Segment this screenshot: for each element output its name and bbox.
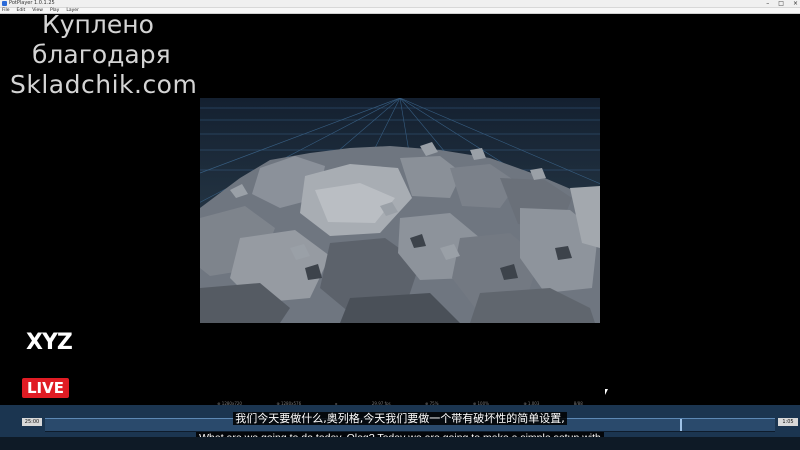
- rock-rubble: [200, 142, 600, 323]
- live-badge: LIVE: [22, 378, 69, 398]
- menu-file[interactable]: File: [2, 8, 10, 13]
- app-icon: [2, 1, 7, 6]
- mouse-cursor-icon: [605, 389, 608, 395]
- logo-brand: XYZ: [26, 330, 73, 355]
- watermark-line-2: благодаря: [32, 40, 171, 69]
- window-controls: – □ ×: [766, 0, 798, 7]
- subtitle-chinese: 我们今天要做什么,奥列格,今天我们要做一个带有破坏性的简单设置,: [233, 412, 567, 425]
- video-render: [200, 98, 600, 323]
- maximize-icon[interactable]: □: [778, 0, 784, 7]
- title-bar: PotPlayer 1.0.1.25 – □ ×: [0, 0, 800, 8]
- watermark-line-1: Куплено: [42, 10, 154, 39]
- xyz-live-logo: XYZ LIVE: [22, 330, 73, 400]
- minimize-icon[interactable]: –: [766, 0, 769, 7]
- close-icon[interactable]: ×: [793, 0, 798, 7]
- window-title: PotPlayer 1.0.1.25: [9, 0, 55, 6]
- video-frame[interactable]: [200, 98, 600, 323]
- watermark-line-3: Skladchik.com: [10, 70, 198, 99]
- menu-edit[interactable]: Edit: [17, 8, 26, 13]
- bottom-bar: [0, 437, 800, 450]
